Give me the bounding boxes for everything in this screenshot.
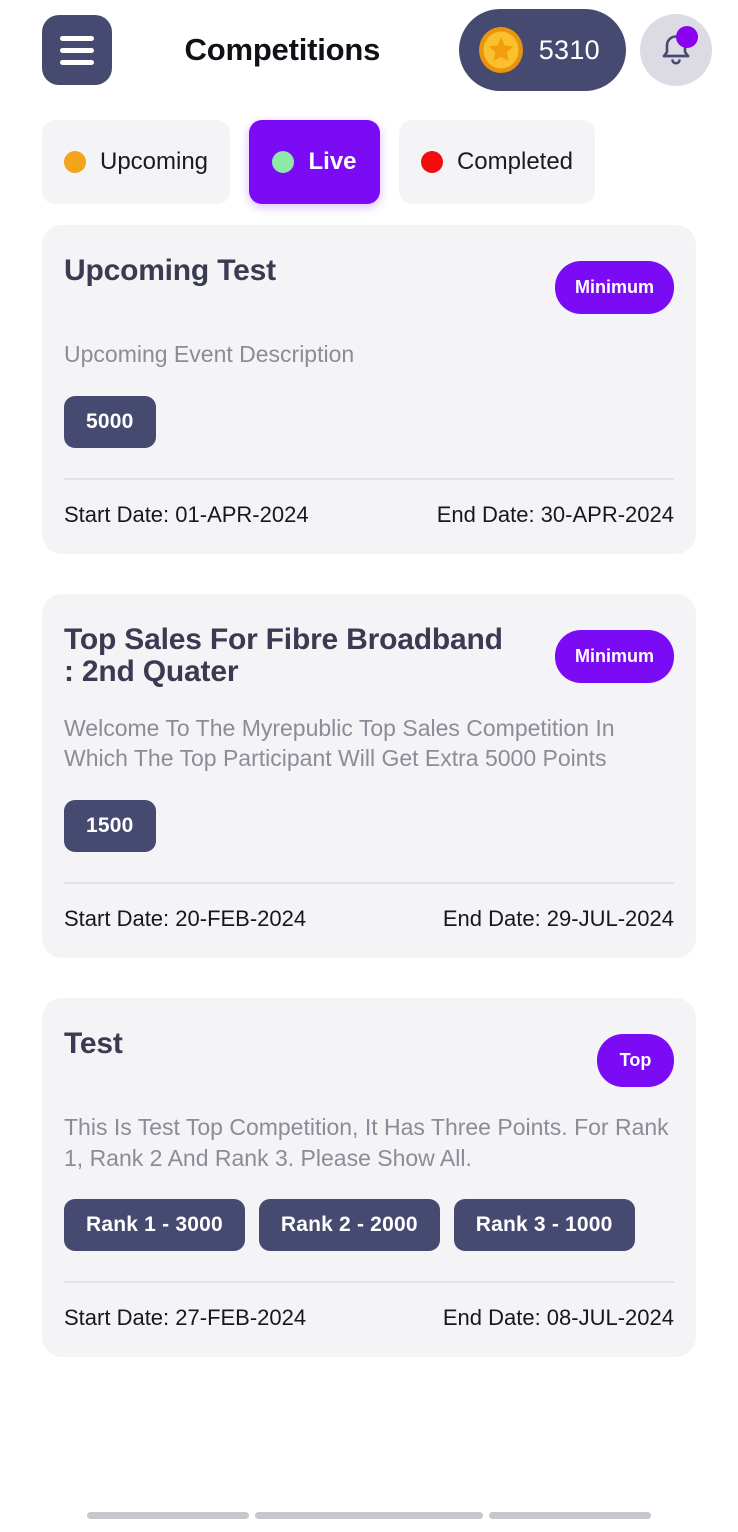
card-dates: Start Date: 20-FEB-2024 End Date: 29-JUL… <box>64 906 674 932</box>
notification-badge-dot <box>676 26 698 48</box>
menu-bar-3 <box>60 59 94 65</box>
competition-type-badge[interactable]: Minimum <box>555 261 674 314</box>
page-title: Competitions <box>184 32 381 67</box>
end-date: End Date: 30-APR-2024 <box>436 501 674 527</box>
competition-type-badge[interactable]: Minimum <box>555 629 674 683</box>
nav-back-hint[interactable] <box>87 1511 249 1519</box>
status-dot-live <box>272 151 295 173</box>
notifications-button[interactable] <box>640 14 712 86</box>
points-chip[interactable]: Rank 2 - 2000 <box>258 1199 440 1252</box>
coin-balance-pill[interactable]: 5310 <box>458 9 626 91</box>
points-chip[interactable]: 5000 <box>64 395 156 448</box>
competition-description: Welcome To The Myrepublic Top Sales Comp… <box>64 714 615 772</box>
points-row: Rank 1 - 3000 Rank 2 - 2000 Rank 3 - 100… <box>64 1199 674 1252</box>
card-header: Upcoming Test Minimum <box>64 254 674 314</box>
tab-live-label: Live <box>308 148 357 175</box>
tab-live[interactable]: Live <box>249 120 380 204</box>
tab-completed-label: Completed <box>456 148 574 175</box>
competition-description: Upcoming Event Description <box>64 341 355 367</box>
end-date: End Date: 29-JUL-2024 <box>442 905 674 931</box>
points-row: 1500 <box>64 799 674 852</box>
coin-balance-value: 5310 <box>538 34 600 65</box>
card-dates: Start Date: 27-FEB-2024 End Date: 08-JUL… <box>64 1305 674 1331</box>
points-chip[interactable]: Rank 3 - 1000 <box>453 1199 635 1252</box>
nav-recents-hint[interactable] <box>489 1511 651 1519</box>
gold-coin-star-icon <box>478 27 523 73</box>
points-chip[interactable]: 1500 <box>64 799 156 852</box>
card-header: Top Sales For Fibre Broadband : 2nd Quat… <box>64 622 674 688</box>
tab-completed[interactable]: Completed <box>399 120 595 204</box>
end-date: End Date: 08-JUL-2024 <box>442 1305 674 1331</box>
menu-bar-2 <box>60 47 94 53</box>
competition-title: Top Sales For Fibre Broadband : 2nd Quat… <box>64 622 503 688</box>
points-row: 5000 <box>64 395 674 448</box>
android-navigation-bar <box>0 1504 738 1532</box>
tab-upcoming[interactable]: Upcoming <box>42 120 230 204</box>
start-date: Start Date: 20-FEB-2024 <box>64 905 307 931</box>
status-dot-upcoming <box>63 151 86 173</box>
competition-title: Upcoming Test <box>64 254 276 287</box>
competition-card[interactable]: Upcoming Test Minimum Upcoming Event Des… <box>42 225 696 554</box>
card-divider <box>64 477 674 480</box>
status-dot-completed <box>420 151 443 173</box>
tab-upcoming-label: Upcoming <box>99 148 209 175</box>
start-date: Start Date: 27-FEB-2024 <box>64 1305 307 1331</box>
competition-list: Upcoming Test Minimum Upcoming Event Des… <box>0 204 738 1504</box>
app-screen: Competitions 5310 Upcoming Live Complete… <box>0 0 738 1532</box>
menu-bar-1 <box>60 35 94 41</box>
points-chip[interactable]: Rank 1 - 3000 <box>64 1199 245 1252</box>
competition-description: This Is Test Top Competition, It Has Thr… <box>64 1113 669 1171</box>
hamburger-menu-icon[interactable] <box>42 15 112 85</box>
competition-card[interactable]: Top Sales For Fibre Broadband : 2nd Quat… <box>42 593 696 958</box>
filter-tabs: Upcoming Live Completed <box>0 100 738 204</box>
app-header: Competitions 5310 <box>0 0 738 100</box>
start-date: Start Date: 01-APR-2024 <box>64 501 309 527</box>
nav-home-hint[interactable] <box>255 1511 483 1519</box>
competition-title: Test <box>64 1026 123 1060</box>
card-divider <box>64 881 674 884</box>
card-dates: Start Date: 01-APR-2024 End Date: 30-APR… <box>64 502 674 528</box>
card-header: Test Top <box>64 1026 674 1087</box>
competition-card[interactable]: Test Top This Is Test Top Competition, I… <box>42 997 696 1358</box>
card-divider <box>64 1281 674 1284</box>
competition-type-badge[interactable]: Top <box>597 1033 674 1087</box>
